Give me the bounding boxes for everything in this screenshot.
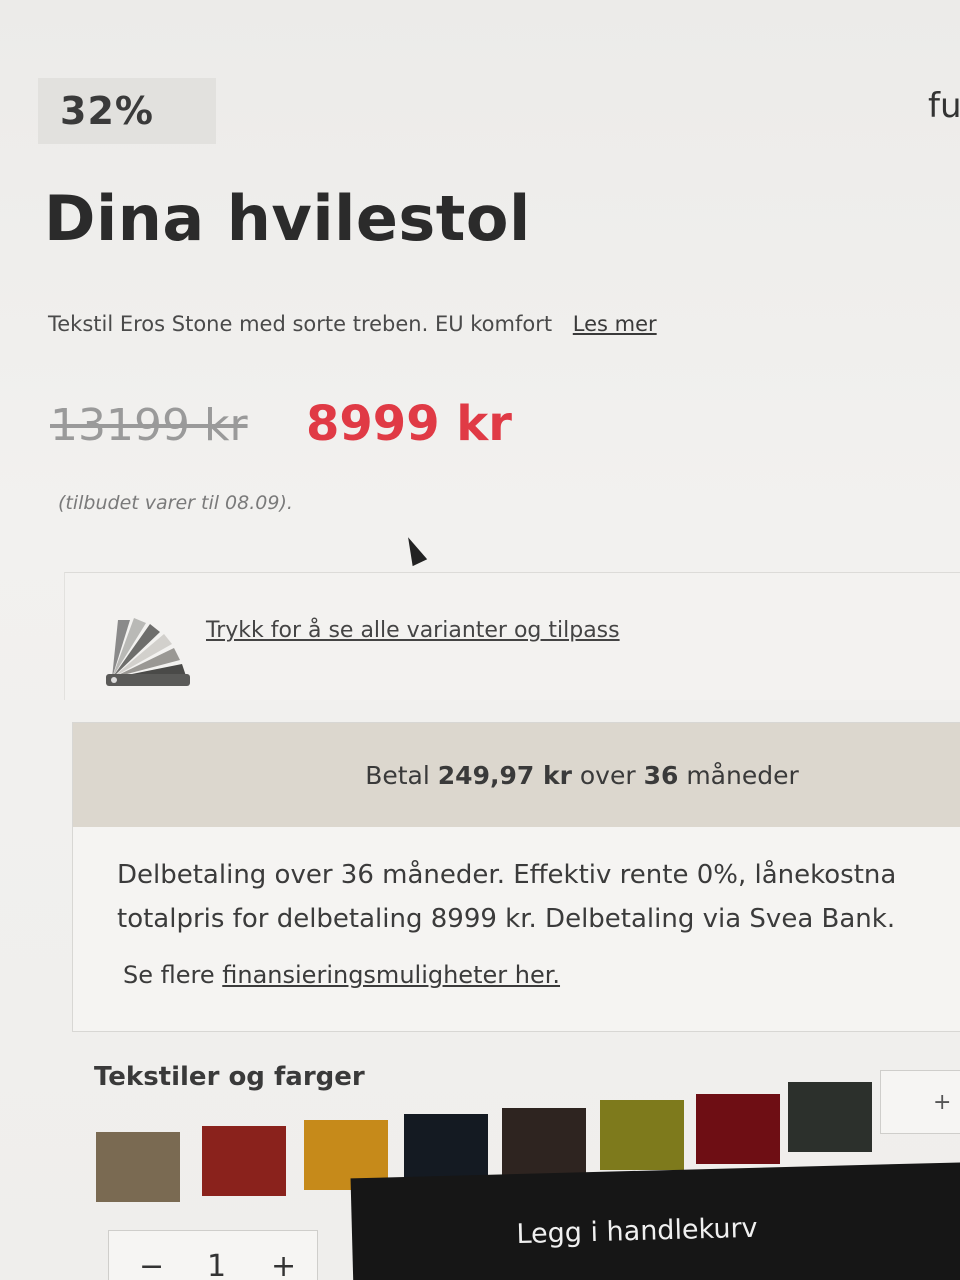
financing-more: Se flere finansieringsmuligheter her. — [123, 961, 560, 989]
financing-box: Betal 249,97 kr over 36 måneder Delbetal… — [72, 722, 960, 1032]
header-partial-text: fu — [928, 86, 960, 126]
discount-text: 32% — [60, 89, 154, 133]
financing-details: Delbetaling over 36 måneder. Effektiv re… — [117, 853, 896, 941]
old-price: 13199 kr — [50, 400, 248, 451]
color-swatch[interactable] — [696, 1094, 780, 1164]
sale-price: 8999 kr — [306, 396, 512, 452]
offer-expiry-note: (tilbudet varer til 08.09). — [58, 492, 293, 514]
financing-suffix: måneder — [686, 760, 799, 790]
textiles-label: Tekstiler og farger — [94, 1062, 365, 1092]
mouse-cursor-icon — [400, 533, 428, 567]
financing-more-prefix: Se flere — [123, 961, 215, 989]
financing-header: Betal 249,97 kr over 36 måneder — [73, 723, 960, 827]
color-swatch[interactable] — [404, 1114, 488, 1184]
financing-line-2: totalpris for delbetaling 8999 kr. Delbe… — [117, 904, 896, 934]
read-more-link[interactable]: Les mer — [573, 312, 657, 336]
product-description: Tekstil Eros Stone med sorte treben. EU … — [48, 312, 657, 336]
color-swatch-fan-icon — [100, 604, 190, 690]
financing-prefix: Betal — [365, 760, 430, 790]
quantity-stepper: − 1 + — [108, 1230, 318, 1280]
variants-link[interactable]: Trykk for å se alle varianter og tilpass — [206, 618, 620, 643]
color-swatch[interactable] — [502, 1108, 586, 1178]
color-swatch[interactable] — [600, 1100, 684, 1170]
color-swatch[interactable] — [202, 1126, 286, 1196]
color-swatch[interactable] — [96, 1132, 180, 1202]
financing-options-link[interactable]: finansieringsmuligheter her. — [222, 961, 560, 989]
more-swatches-button[interactable]: + 7 — [880, 1070, 960, 1134]
quantity-increase-button[interactable]: + — [271, 1249, 296, 1280]
quantity-value: 1 — [207, 1249, 227, 1280]
financing-line-1: Delbetaling over 36 måneder. Effektiv re… — [117, 860, 897, 890]
discount-badge: 32% — [38, 78, 216, 144]
product-title: Dina hvilestol — [44, 182, 531, 255]
quantity-decrease-button[interactable]: − — [139, 1249, 164, 1280]
add-to-cart-button[interactable]: Legg i handlekurv — [350, 1161, 960, 1280]
months-count: 36 — [643, 760, 679, 790]
monthly-amount: 249,97 kr — [437, 760, 572, 790]
product-page: 32% fu Dina hvilestol Tekstil Eros Stone… — [0, 0, 960, 1280]
description-text: Tekstil Eros Stone med sorte treben. EU … — [48, 312, 553, 336]
color-swatch[interactable] — [788, 1082, 872, 1152]
financing-mid: over — [579, 760, 636, 790]
